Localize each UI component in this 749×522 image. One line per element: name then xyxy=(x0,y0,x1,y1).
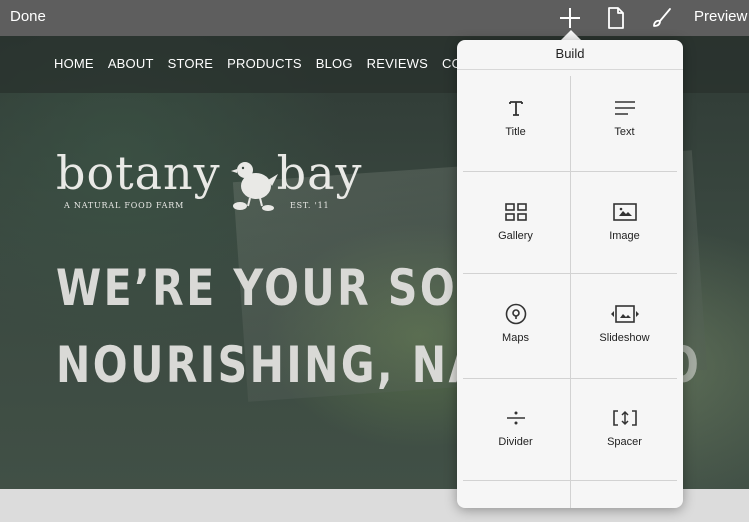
nav-list: HOME ABOUT STORE PRODUCTS BLOG REVIEWS C… xyxy=(54,56,505,71)
logo-tagline: A NATURAL FOOD FARM xyxy=(64,201,185,210)
brush-icon[interactable] xyxy=(648,4,676,32)
nav-item-about[interactable]: ABOUT xyxy=(108,56,154,71)
plus-icon[interactable] xyxy=(556,4,584,32)
image-icon xyxy=(612,200,637,224)
block-gallery-label: Gallery xyxy=(498,230,533,242)
block-image[interactable]: Image xyxy=(572,200,677,242)
block-spacer-label: Spacer xyxy=(607,436,642,448)
block-text-label: Text xyxy=(614,126,635,138)
popover-title: Build xyxy=(457,40,683,70)
block-slideshow[interactable]: Slideshow xyxy=(572,302,677,344)
block-divider[interactable]: Divider xyxy=(463,406,568,448)
chick-logo-icon xyxy=(231,162,278,211)
logo-word-left: botany xyxy=(56,146,221,200)
done-button[interactable]: Done xyxy=(10,8,46,25)
logo-established: EST. '11 xyxy=(290,201,330,210)
top-toolbar: Done Preview xyxy=(0,0,749,36)
build-popover: Build Title Text Gallery Image Maps Slid… xyxy=(457,40,683,508)
grid-divider xyxy=(463,378,677,379)
map-pin-icon xyxy=(505,302,527,326)
block-title[interactable]: Title xyxy=(463,96,568,138)
gallery-icon xyxy=(504,200,527,224)
slideshow-icon xyxy=(610,302,640,326)
nav-item-products[interactable]: PRODUCTS xyxy=(227,56,302,71)
nav-item-blog[interactable]: BLOG xyxy=(316,56,353,71)
block-divider-label: Divider xyxy=(498,436,533,448)
block-gallery[interactable]: Gallery xyxy=(463,200,568,242)
preview-button[interactable]: Preview xyxy=(694,8,747,25)
nav-item-reviews[interactable]: REVIEWS xyxy=(367,56,428,71)
block-maps[interactable]: Maps xyxy=(463,302,568,344)
popover-arrow xyxy=(561,30,581,40)
logo-word-right: bay xyxy=(276,146,363,200)
page-icon[interactable] xyxy=(602,4,630,32)
block-spacer[interactable]: Spacer xyxy=(572,406,677,448)
grid-divider xyxy=(463,171,677,172)
logo-wordmark: botany bay xyxy=(56,150,363,196)
grid-divider xyxy=(463,273,677,274)
grid-divider xyxy=(463,480,677,481)
grid-divider-vertical xyxy=(570,76,571,508)
spacer-icon xyxy=(612,406,637,430)
block-image-label: Image xyxy=(609,230,640,242)
title-icon xyxy=(507,96,525,120)
divider-icon xyxy=(506,406,526,430)
nav-item-home[interactable]: HOME xyxy=(54,56,94,71)
text-icon xyxy=(614,96,636,120)
block-text[interactable]: Text xyxy=(572,96,677,138)
site-logo[interactable]: botany bay A NATURAL FOOD FARM EST. '11 xyxy=(56,150,363,211)
block-slideshow-label: Slideshow xyxy=(599,332,650,344)
block-maps-label: Maps xyxy=(502,332,529,344)
nav-item-store[interactable]: STORE xyxy=(168,56,214,71)
block-title-label: Title xyxy=(505,126,526,138)
